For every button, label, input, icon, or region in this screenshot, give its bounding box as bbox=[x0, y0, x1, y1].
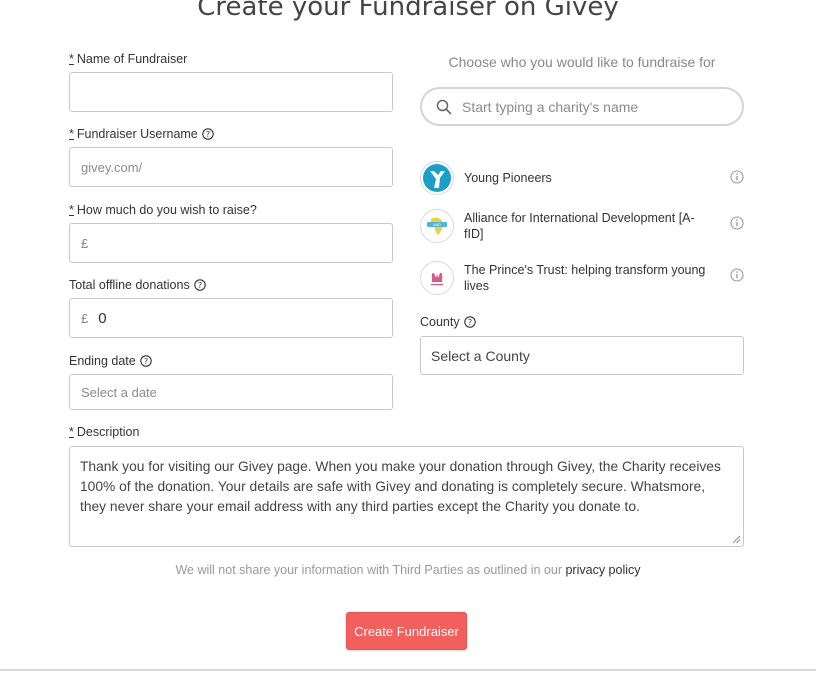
fundraiser-name-label: * Name of Fundraiser bbox=[69, 52, 187, 66]
required-mark: * bbox=[69, 127, 74, 141]
required-mark: * bbox=[69, 425, 74, 439]
privacy-notice: We will not share your information with … bbox=[0, 563, 816, 577]
currency-symbol: £ bbox=[81, 235, 89, 251]
charity-item[interactable]: AfID Alliance for International Developm… bbox=[420, 209, 744, 243]
charity-search-placeholder: Start typing a charity's name bbox=[462, 98, 639, 115]
required-mark: * bbox=[69, 52, 74, 66]
ending-date-input[interactable]: Select a date bbox=[69, 374, 393, 410]
search-icon bbox=[436, 99, 452, 114]
charity-name: The Prince's Trust: helping transform yo… bbox=[464, 263, 706, 293]
help-icon[interactable]: ? bbox=[139, 355, 152, 367]
charity-name: Alliance for International Development [… bbox=[464, 211, 695, 241]
county-select[interactable]: Select a County bbox=[420, 336, 744, 375]
help-icon[interactable]: ? bbox=[193, 279, 206, 291]
info-icon[interactable] bbox=[730, 268, 744, 282]
target-amount-label-text: How much do you wish to raise? bbox=[76, 203, 257, 217]
offline-donations-label-text: Total offline donations bbox=[69, 278, 190, 292]
fundraiser-username-input[interactable]: givey.com/ bbox=[69, 147, 393, 187]
svg-text:?: ? bbox=[206, 130, 210, 139]
page-title: Create your Fundraiser on Givey bbox=[197, 0, 619, 22]
target-amount-label: * How much do you wish to raise? bbox=[69, 203, 257, 217]
ending-date-placeholder: Select a date bbox=[81, 384, 157, 400]
princes-trust-logo bbox=[420, 261, 454, 295]
charity-search-input[interactable]: Start typing a charity's name bbox=[420, 87, 744, 126]
ending-date-label-text: Ending date bbox=[69, 354, 136, 368]
charity-item[interactable]: The Prince's Trust: helping transform yo… bbox=[420, 261, 744, 295]
fundraiser-username-placeholder: givey.com/ bbox=[81, 159, 143, 175]
privacy-policy-link[interactable]: privacy policy bbox=[565, 563, 640, 577]
currency-symbol: £ bbox=[81, 310, 89, 326]
svg-text:?: ? bbox=[144, 357, 148, 366]
fundraiser-username-label-text: Fundraiser Username bbox=[76, 127, 198, 141]
description-value: Thank you for visiting our Givey page. W… bbox=[80, 459, 721, 514]
county-label: County ? bbox=[420, 315, 476, 329]
svg-text:?: ? bbox=[198, 281, 202, 290]
charity-heading: Choose who you would like to fundraise f… bbox=[448, 54, 716, 70]
description-label: * Description bbox=[69, 425, 139, 439]
bottom-divider bbox=[0, 669, 816, 671]
charity-name: Young Pioneers bbox=[464, 171, 552, 185]
ending-date-label: Ending date ? bbox=[69, 354, 152, 368]
fundraiser-name-input[interactable] bbox=[69, 72, 393, 112]
svg-text:?: ? bbox=[467, 318, 471, 327]
info-icon[interactable] bbox=[730, 170, 744, 184]
description-textarea[interactable]: Thank you for visiting our Givey page. W… bbox=[69, 446, 744, 547]
offline-donations-input[interactable]: £ 0 bbox=[69, 298, 393, 338]
fundraiser-username-label: * Fundraiser Username ? bbox=[69, 127, 214, 141]
charity-item[interactable]: Young Pioneers bbox=[420, 161, 744, 195]
fundraiser-name-label-text: Name of Fundraiser bbox=[76, 52, 188, 66]
create-fundraiser-button[interactable]: Create Fundraiser bbox=[346, 612, 467, 650]
afid-logo: AfID bbox=[420, 209, 454, 243]
county-select-value: Select a County bbox=[431, 347, 530, 364]
help-icon[interactable]: ? bbox=[463, 316, 476, 328]
privacy-notice-text: We will not share your information with … bbox=[175, 563, 562, 577]
svg-text:AfID: AfID bbox=[433, 223, 441, 227]
resize-handle-icon[interactable] bbox=[732, 535, 741, 544]
offline-donations-value: 0 bbox=[98, 309, 107, 327]
offline-donations-label: Total offline donations ? bbox=[69, 278, 206, 292]
county-label-text: County bbox=[420, 315, 460, 329]
required-mark: * bbox=[69, 203, 74, 217]
young-pioneers-logo bbox=[420, 161, 454, 195]
info-icon[interactable] bbox=[730, 216, 744, 230]
target-amount-input[interactable]: £ bbox=[69, 223, 393, 263]
description-label-text: Description bbox=[76, 425, 140, 439]
help-icon[interactable]: ? bbox=[202, 128, 214, 140]
